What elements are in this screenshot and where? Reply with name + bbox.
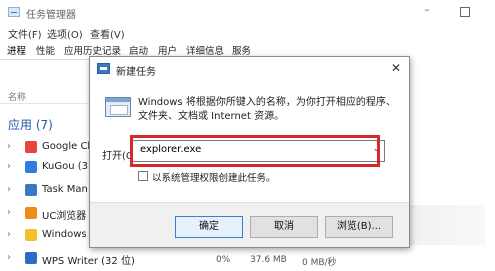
window-icon (105, 97, 131, 117)
description-line: 文件夹、文档或 Internet 资源。 (138, 111, 285, 122)
app-row-windows[interactable]: › Windows (0, 225, 100, 245)
menu-options[interactable]: 选项(O) (47, 26, 83, 41)
wps-writer-icon (25, 252, 37, 264)
app-label: UC浏览器 (42, 211, 87, 222)
red-highlight-box (130, 135, 380, 167)
header-divider (0, 103, 90, 104)
app-row-kugou[interactable]: › KuGou (3 (0, 157, 100, 177)
run-description: Windows 将根据你所键入的名称，为你打开相应的程序、 文件夹、文档或 In… (138, 96, 398, 124)
app-label: Windows (42, 229, 87, 240)
memory-value: 37.6 MB (250, 255, 287, 265)
apps-group-label: 应用 (7) (8, 118, 53, 132)
admin-checkbox[interactable] (138, 171, 148, 181)
app-row-wps-writer[interactable]: › WPS Writer (32 位) (0, 248, 200, 268)
task-manager-icon (25, 184, 37, 196)
task-manager-menubar: 文件(F) 选项(O) 查看(V) (0, 26, 200, 41)
run-dialog: 新建任务 ✕ Windows 将根据你所键入的名称，为你打开相应的程序、 文件夹… (89, 56, 410, 248)
menu-view[interactable]: 查看(V) (90, 26, 125, 41)
column-header-name[interactable]: 名称 (8, 90, 26, 103)
app-label: Google Ch (42, 141, 94, 152)
chevron-right-icon[interactable]: › (7, 229, 11, 240)
run-icon (97, 63, 110, 74)
app-row-google-chrome[interactable]: › Google Ch (0, 137, 100, 157)
app-row-uc-browser[interactable]: › UC浏览器 (0, 203, 100, 223)
app-label: Task Man (42, 184, 88, 195)
cancel-button[interactable]: 取消 (250, 216, 318, 238)
maximize-icon[interactable] (457, 4, 471, 18)
task-manager-title: 任务管理器 (26, 10, 76, 21)
open-label: 打开(O (102, 151, 134, 162)
close-icon[interactable]: ✕ (388, 60, 404, 76)
cpu-value: 0% (216, 255, 231, 265)
run-dialog-titlebar[interactable]: 新建任务 ✕ (90, 57, 409, 81)
disk-value: 0 MB/秒 (302, 258, 337, 268)
ok-button[interactable]: 确定 (175, 216, 243, 238)
chevron-right-icon[interactable]: › (7, 207, 11, 218)
uc-browser-icon (25, 207, 37, 219)
chevron-right-icon[interactable]: › (7, 184, 11, 195)
wps-writer-stats: 0% 37.6 MB 0 MB/秒 (200, 255, 350, 269)
tab-performance[interactable]: 性能 (34, 43, 57, 60)
chevron-right-icon[interactable]: › (7, 161, 11, 172)
windows-explorer-icon (25, 229, 37, 241)
admin-privilege-option[interactable]: 以系统管理权限创建此任务。 (138, 170, 358, 184)
app-row-task-manager[interactable]: › Task Man (0, 180, 100, 200)
minimize-icon[interactable]: – (420, 4, 434, 18)
tab-processes[interactable]: 进程 (5, 43, 28, 60)
admin-checkbox-label: 以系统管理权限创建此任务。 (152, 173, 276, 184)
chevron-right-icon[interactable]: › (7, 141, 11, 152)
run-dialog-footer: 确定 取消 浏览(B)... (90, 202, 409, 247)
task-manager-app-icon (8, 7, 20, 17)
task-manager-titlebar: 任务管理器 – (0, 0, 495, 24)
browse-button[interactable]: 浏览(B)... (325, 216, 393, 238)
menu-file[interactable]: 文件(F) (8, 26, 42, 41)
description-line: Windows 将根据你所键入的名称，为你打开相应的程序、 (138, 97, 396, 108)
kugou-icon (25, 161, 37, 173)
chevron-right-icon[interactable]: › (7, 252, 11, 263)
app-label: KuGou (3 (42, 161, 89, 172)
app-label: WPS Writer (32 位) (42, 256, 135, 267)
chrome-icon (25, 141, 37, 153)
run-dialog-title: 新建任务 (116, 67, 156, 78)
run-program-icon (105, 97, 133, 123)
